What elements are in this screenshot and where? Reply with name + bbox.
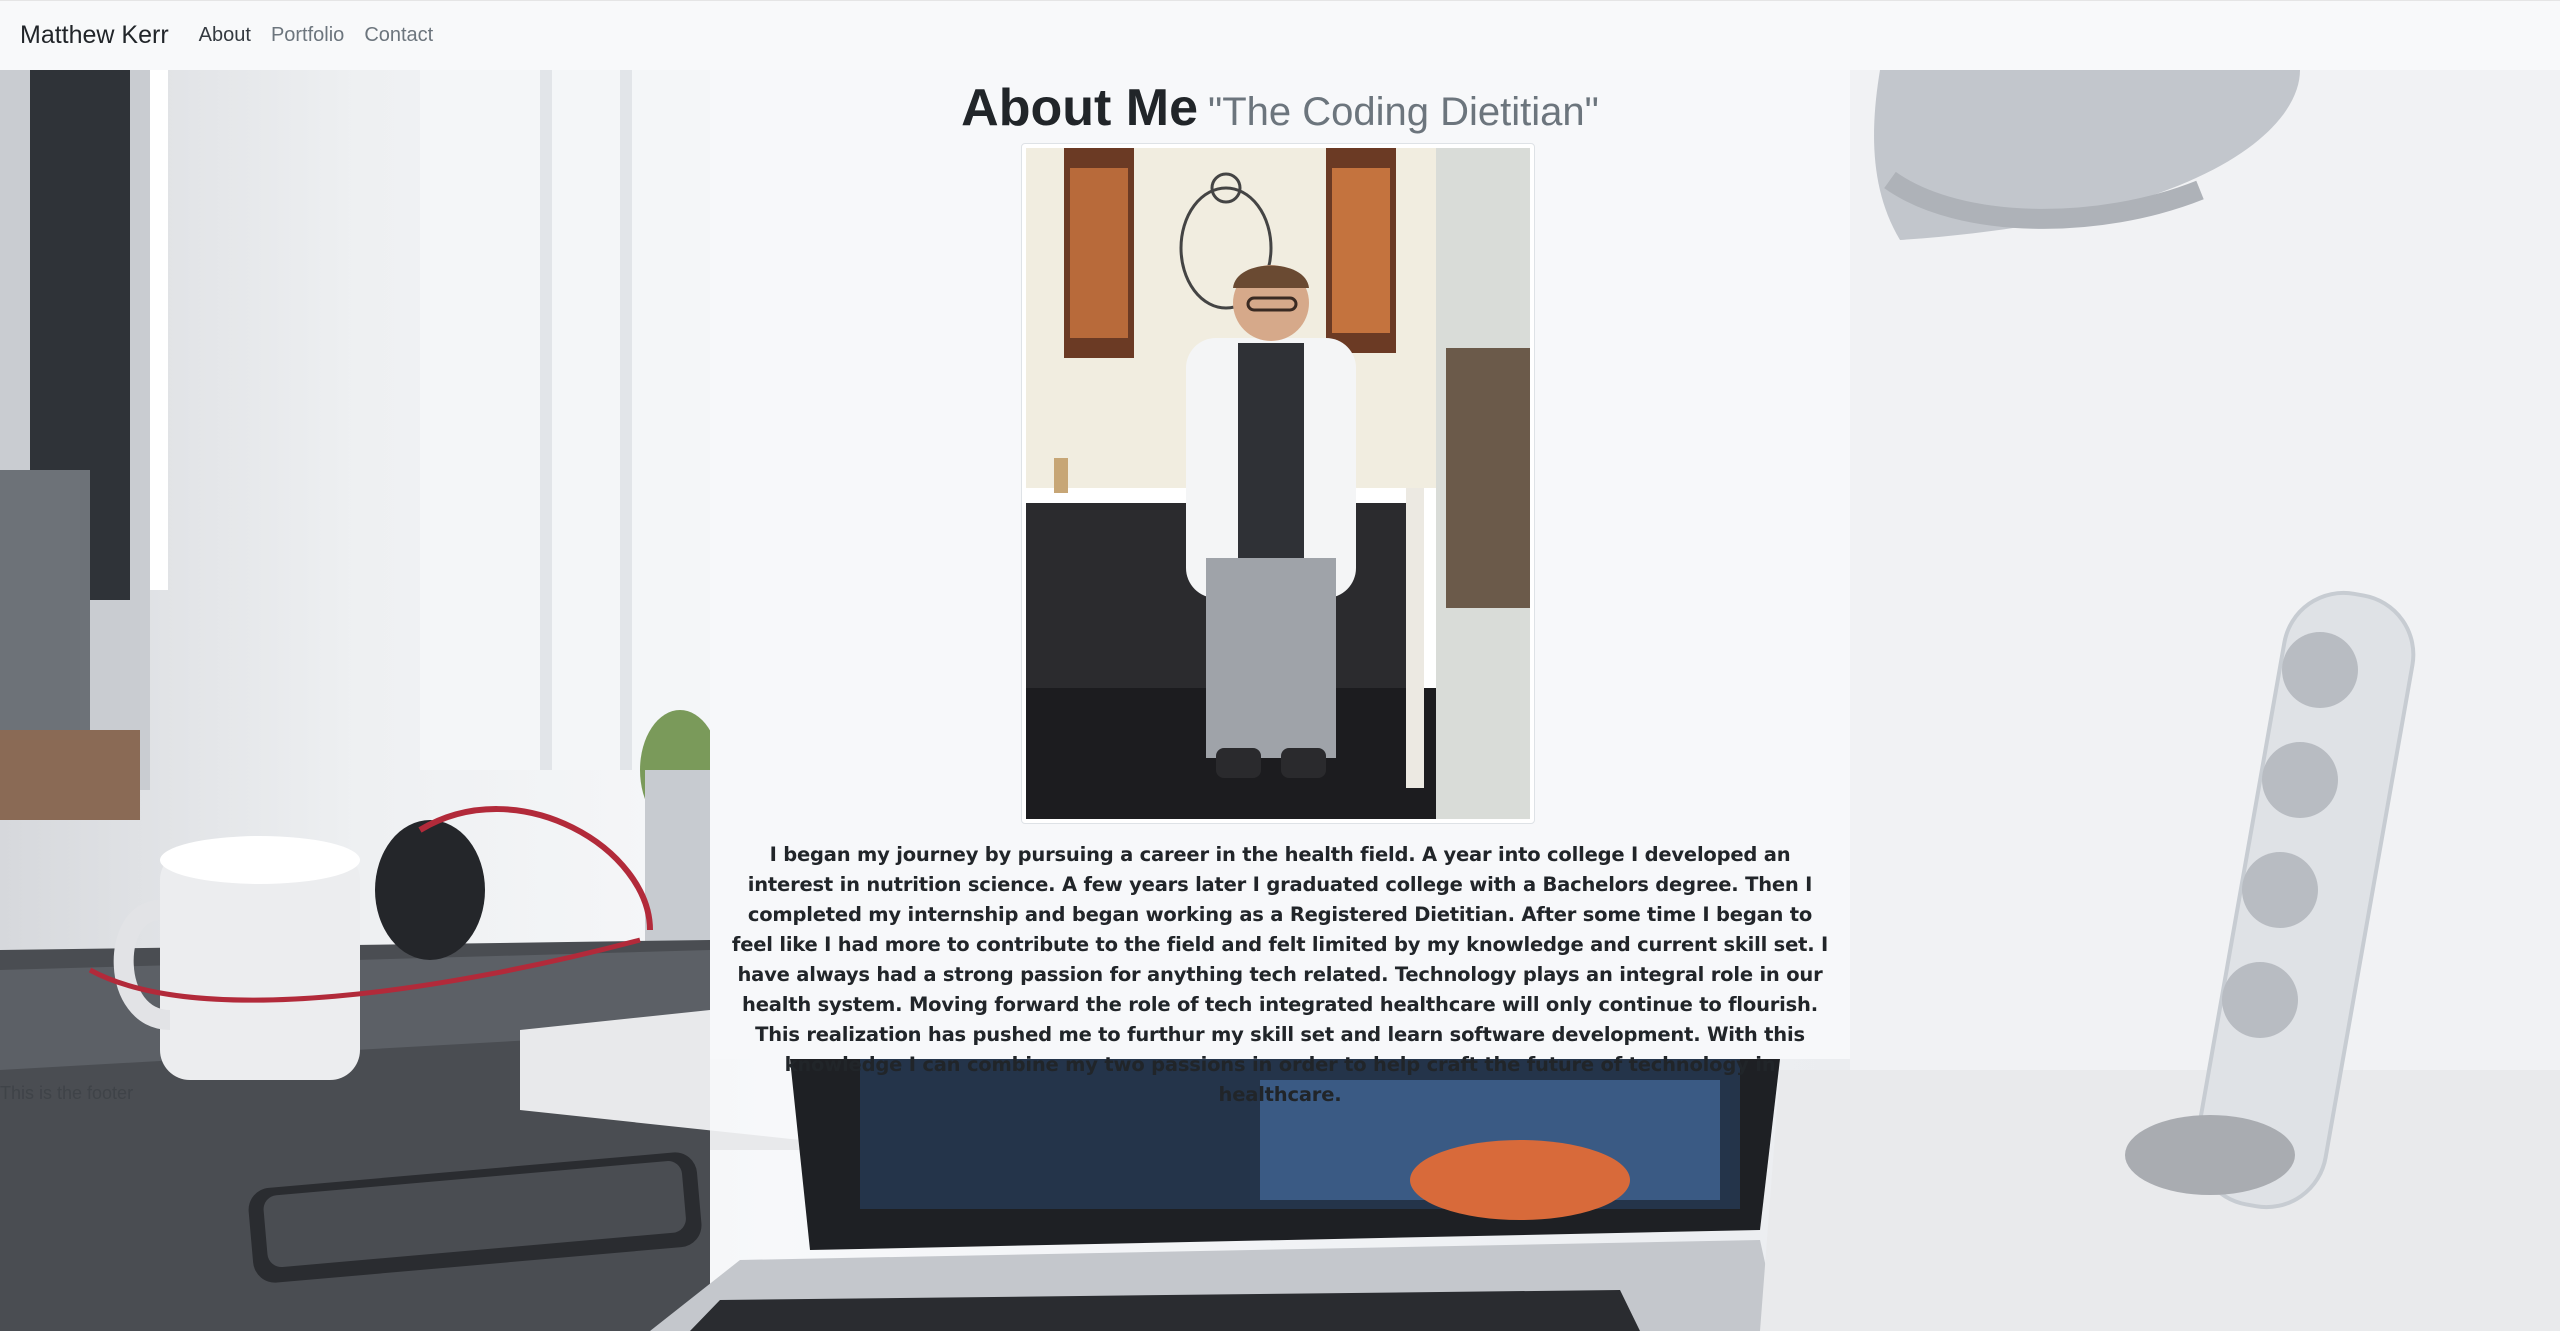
page-footer: This is the footer <box>0 1083 134 1103</box>
top-navbar: Matthew Kerr About Portfolio Contact <box>0 0 2560 70</box>
about-title: About Me <box>961 79 1198 137</box>
brand-link[interactable]: Matthew Kerr <box>20 21 169 50</box>
nav-link-portfolio[interactable]: Portfolio <box>271 24 344 47</box>
page-title: About Me "The Coding Dietitian" <box>710 70 1850 146</box>
about-panel: About Me "The Coding Dietitian" I began … <box>710 70 1850 1106</box>
profile-photo-frame <box>1021 143 1535 824</box>
about-subtitle: "The Coding Dietitian" <box>1208 90 1599 134</box>
nav-link-contact[interactable]: Contact <box>364 24 433 47</box>
profile-photo <box>1026 148 1530 819</box>
about-bio: I began my journey by pursuing a career … <box>731 843 1829 1106</box>
nav-link-about[interactable]: About <box>199 24 251 47</box>
